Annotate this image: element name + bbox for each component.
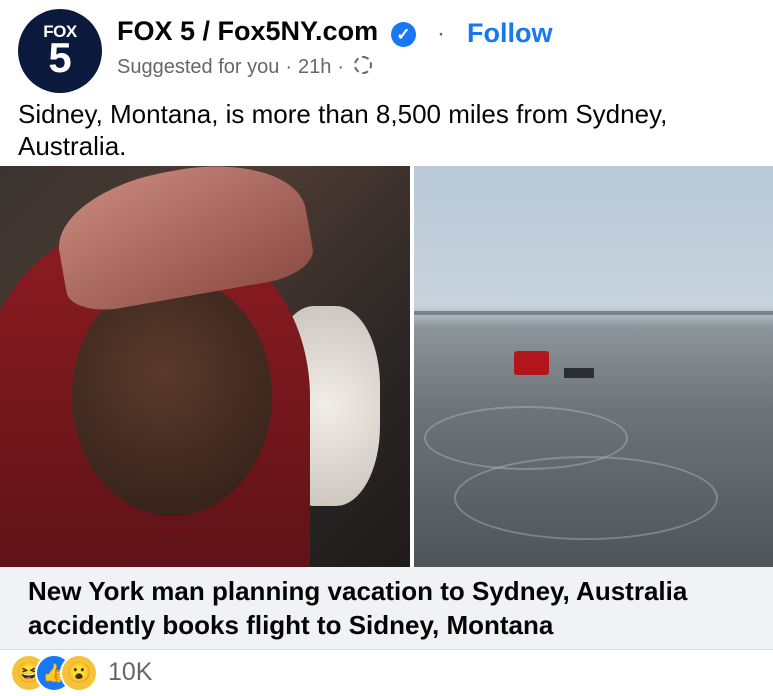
separator-dot: ·	[437, 20, 445, 47]
avatar-logo-number: 5	[48, 34, 72, 81]
page-name-link[interactable]: FOX 5 / Fox5NY.com	[117, 16, 378, 47]
meta-separator: ·	[285, 56, 293, 78]
horizon-line	[414, 311, 773, 315]
suggested-label: Suggested for you	[117, 56, 280, 78]
post-header: FOX 5 FOX 5 / Fox5NY.com ✓ · Follow Sugg…	[0, 0, 773, 95]
follow-button[interactable]: Follow	[467, 18, 552, 49]
meta-separator: ·	[337, 56, 345, 78]
snow-track	[454, 456, 718, 540]
post-timestamp[interactable]: 21h	[298, 56, 331, 78]
airport-vehicle	[514, 351, 549, 375]
runway-photo	[414, 166, 773, 567]
man-face	[72, 276, 272, 516]
wow-icon: 😮	[60, 654, 98, 692]
baggage-cart	[564, 368, 594, 378]
gear-icon	[354, 56, 373, 74]
link-preview-image[interactable]	[0, 166, 773, 567]
selfie-photo	[0, 166, 410, 567]
post-caption: Sidney, Montana, is more than 8,500 mile…	[18, 99, 668, 161]
reaction-count[interactable]: 10K	[108, 658, 152, 687]
post-meta: Suggested for you · 21h ·	[117, 56, 373, 79]
verified-check-icon: ✓	[391, 22, 416, 47]
page-avatar[interactable]: FOX 5	[18, 9, 102, 93]
link-headline[interactable]: New York man planning vacation to Sydney…	[28, 574, 758, 642]
